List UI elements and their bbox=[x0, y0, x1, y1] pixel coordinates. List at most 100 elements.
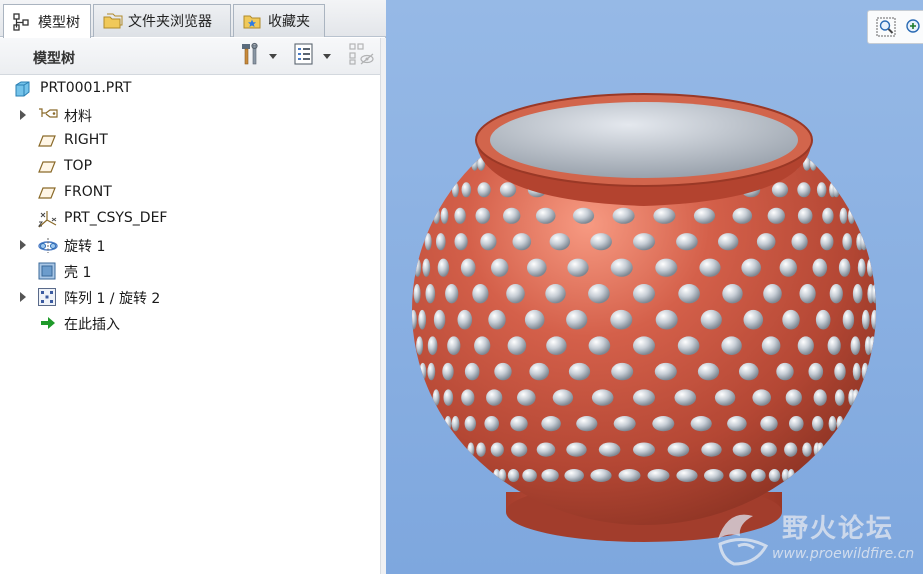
tab-folder-browser[interactable]: 文件夹浏览器 bbox=[93, 4, 231, 37]
model-tree-icon bbox=[12, 12, 32, 32]
model-tree-panel: 模型树 文件夹浏览器 收藏夹 模型树 PRT0001.PRT 材料 RIGHT … bbox=[0, 0, 387, 574]
tree-item-label: 在此插入 bbox=[64, 317, 120, 333]
model-bump bbox=[816, 182, 827, 198]
panel-title: 模型树 bbox=[33, 51, 75, 67]
show-options-button[interactable] bbox=[293, 42, 331, 70]
model-bump bbox=[464, 362, 480, 381]
model-bump bbox=[498, 469, 507, 482]
model-bump bbox=[779, 258, 797, 277]
model-bump bbox=[791, 233, 808, 251]
model-bump bbox=[490, 442, 504, 457]
model-bump bbox=[836, 416, 844, 432]
model-bump bbox=[789, 416, 804, 432]
model-bump bbox=[721, 336, 742, 356]
settings-tools-button[interactable] bbox=[239, 42, 277, 68]
tab-favorites[interactable]: 收藏夹 bbox=[233, 4, 325, 37]
model-bump bbox=[700, 309, 722, 330]
expand-arrow-icon[interactable] bbox=[20, 240, 26, 250]
model-bump bbox=[674, 389, 697, 406]
tab-model-tree[interactable]: 模型树 bbox=[3, 4, 91, 38]
model-bump bbox=[655, 309, 678, 330]
model-bump bbox=[488, 309, 506, 330]
model-bump bbox=[741, 258, 761, 277]
graphics-viewport[interactable]: 野火论坛 www.proewildfire.cn bbox=[386, 0, 923, 574]
model-bump bbox=[812, 416, 824, 432]
model-tree-header: 模型树 bbox=[0, 38, 380, 75]
tree-item-pattern[interactable]: 阵列 1 / 旋转 2 bbox=[0, 285, 370, 309]
model-bump bbox=[690, 416, 712, 432]
model-bump bbox=[529, 362, 549, 381]
model-bump bbox=[588, 284, 610, 304]
model-bump bbox=[729, 469, 747, 482]
tree-item-part[interactable]: PRT0001.PRT bbox=[0, 77, 370, 101]
navigator-tab-bar: 模型树 文件夹浏览器 收藏夹 bbox=[0, 0, 386, 38]
model-bump bbox=[756, 233, 776, 251]
model-bump bbox=[817, 442, 824, 457]
model-bump bbox=[475, 207, 491, 224]
watermark-title: 野火论坛 bbox=[782, 514, 895, 544]
model-bump bbox=[633, 233, 655, 251]
model-bump bbox=[869, 336, 876, 356]
model-bump bbox=[785, 389, 802, 406]
model-bump bbox=[598, 442, 621, 457]
hidden-items-button[interactable] bbox=[348, 43, 376, 68]
model-bump bbox=[440, 207, 449, 224]
model-bump bbox=[517, 389, 536, 406]
model-bump bbox=[422, 258, 431, 277]
model-bump bbox=[486, 389, 503, 406]
tree-item-top-plane[interactable]: TOP bbox=[0, 155, 370, 179]
model-bump bbox=[827, 336, 841, 356]
model-bump bbox=[416, 336, 424, 356]
model-bump bbox=[799, 284, 816, 304]
model-bump bbox=[524, 309, 545, 330]
expand-arrow-icon[interactable] bbox=[20, 292, 26, 302]
shell-icon bbox=[37, 261, 57, 281]
tree-item-shell[interactable]: 壳 1 bbox=[0, 259, 370, 283]
tree-item-front-plane[interactable]: FRONT bbox=[0, 181, 370, 205]
model-bump bbox=[541, 416, 561, 432]
tree-item-material[interactable]: 材料 bbox=[0, 103, 370, 127]
model-bump bbox=[535, 207, 556, 224]
model-bump bbox=[866, 258, 874, 277]
tree-item-label: 旋转 1 bbox=[64, 239, 106, 255]
expand-arrow-icon[interactable] bbox=[20, 110, 26, 120]
model-bump bbox=[820, 233, 834, 251]
tree-item-right-plane[interactable]: RIGHT bbox=[0, 129, 370, 153]
model-bump bbox=[567, 258, 589, 277]
model-bump bbox=[545, 284, 566, 304]
model-bump bbox=[568, 362, 591, 381]
model-bump bbox=[808, 362, 824, 381]
model-bump bbox=[588, 336, 611, 356]
chevron-down-icon bbox=[269, 53, 277, 59]
pattern-icon bbox=[37, 287, 57, 307]
model-bump bbox=[576, 416, 598, 432]
model-bump bbox=[527, 258, 547, 277]
model-bump bbox=[477, 182, 491, 198]
model-opening bbox=[490, 102, 798, 178]
model-bump bbox=[797, 336, 814, 356]
model-bump bbox=[839, 207, 848, 224]
model-3d-view[interactable] bbox=[386, 0, 923, 574]
tree-item-label: RIGHT bbox=[64, 132, 108, 148]
tree-item-csys[interactable]: PRT_CSYS_DEF bbox=[0, 207, 370, 231]
revolve-icon bbox=[37, 235, 58, 255]
model-bump bbox=[861, 362, 869, 381]
zoom-in-button[interactable] bbox=[904, 17, 922, 41]
model-bump bbox=[654, 362, 677, 381]
tree-item-insert-here[interactable]: 在此插入 bbox=[0, 311, 370, 335]
model-bump bbox=[436, 233, 446, 251]
model-bump bbox=[732, 442, 752, 457]
model-bump bbox=[442, 362, 454, 381]
model-bump bbox=[797, 207, 813, 224]
model-bump bbox=[499, 182, 517, 198]
model-bump bbox=[464, 416, 476, 432]
model-bump bbox=[506, 284, 525, 304]
tree-item-revolve[interactable]: 旋转 1 bbox=[0, 233, 370, 257]
model-bump bbox=[652, 416, 675, 432]
list-settings-icon bbox=[293, 42, 315, 70]
model-bump bbox=[871, 309, 876, 330]
model-bump bbox=[871, 284, 876, 304]
model-bump bbox=[507, 336, 527, 356]
model-bump bbox=[815, 309, 831, 330]
zoom-fit-button[interactable] bbox=[876, 17, 896, 41]
